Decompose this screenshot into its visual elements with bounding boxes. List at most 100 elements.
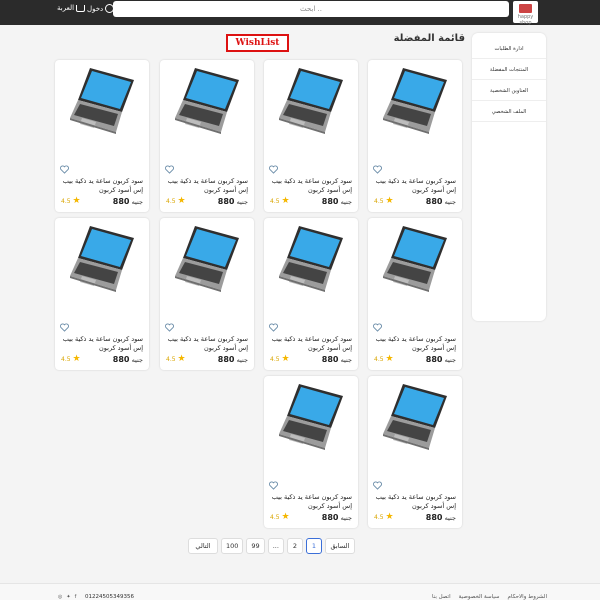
pagination-page[interactable]: 100 — [221, 538, 244, 554]
product-name[interactable]: سود كربون ساعة يد ذكية بيب إس أسود كربون — [374, 335, 456, 352]
product-price: 880 جنيه — [426, 197, 456, 206]
product-card[interactable]: سود كربون ساعة يد ذكية بيب إس أسود كربون… — [264, 60, 358, 212]
product-image[interactable] — [64, 224, 140, 294]
product-name[interactable]: سود كربون ساعة يد ذكية بيب إس أسود كربون — [166, 177, 248, 194]
footer-link-contact[interactable]: اتصل بنا — [432, 594, 451, 600]
product-rating: 4.5 ★ — [374, 513, 394, 522]
star-icon: ★ — [281, 196, 290, 206]
star-icon: ★ — [385, 512, 394, 522]
page-title: قائمة المفضلة — [393, 33, 465, 44]
heart-icon[interactable] — [60, 159, 69, 174]
price-value: 880 — [425, 197, 443, 206]
site-logo[interactable]: happy shop — [513, 1, 538, 26]
product-name[interactable]: سود كربون ساعة يد ذكية بيب إس أسود كربون — [166, 335, 248, 352]
price-currency: جنيه — [340, 356, 352, 364]
product-card[interactable]: سود كربون ساعة يد ذكية بيب إس أسود كربون… — [368, 218, 462, 370]
product-rating: 4.5 ★ — [166, 197, 186, 206]
pagination-page-current[interactable]: 1 — [305, 538, 322, 554]
product-card[interactable]: سود كربون ساعة يد ذكية بيب إس أسود كربون… — [160, 60, 254, 212]
product-card[interactable]: سود كربون ساعة يد ذكية بيب إس أسود كربون… — [264, 218, 358, 370]
account-sidebar: ادارة الطلبات المنتجات المفضلة العناوين … — [472, 33, 546, 321]
footer: ◎ ✦ f 01224505349356 الشروط والاحكام سيا… — [0, 583, 600, 600]
heart-icon[interactable] — [373, 317, 382, 332]
social-links: ◎ ✦ f — [58, 594, 76, 600]
heart-icon[interactable] — [165, 317, 174, 332]
price-value: 880 — [321, 513, 339, 522]
twitter-icon[interactable]: ✦ — [66, 594, 70, 600]
product-name[interactable]: سود كربون ساعة يد ذكية بيب إس أسود كربون — [61, 335, 143, 352]
price-value: 880 — [425, 355, 443, 364]
cart-button[interactable]: العربة — [57, 4, 86, 12]
facebook-icon[interactable]: f — [75, 594, 77, 600]
heart-icon[interactable] — [165, 159, 174, 174]
product-card[interactable]: سود كربون ساعة يد ذكية بيب إس أسود كربون… — [55, 60, 149, 212]
product-card[interactable]: سود كربون ساعة يد ذكية بيب إس أسود كربون… — [160, 218, 254, 370]
pagination-page[interactable]: 2 — [286, 538, 303, 554]
heart-icon[interactable] — [60, 317, 69, 332]
product-name[interactable]: سود كربون ساعة يد ذكية بيب إس أسود كربون — [374, 493, 456, 510]
heart-icon[interactable] — [373, 159, 382, 174]
rating-value: 4.5 — [61, 356, 71, 363]
instagram-icon[interactable]: ◎ — [58, 594, 62, 600]
pagination-prev[interactable]: السابق — [324, 538, 355, 554]
product-name[interactable]: سود كربون ساعة يد ذكية بيب إس أسود كربون — [270, 493, 352, 510]
product-image[interactable] — [377, 224, 453, 294]
heart-icon[interactable] — [373, 475, 382, 490]
product-rating: 4.5 ★ — [270, 513, 290, 522]
heart-icon[interactable] — [269, 159, 278, 174]
heart-icon[interactable] — [269, 475, 278, 490]
product-card[interactable]: سود كربون ساعة يد ذكية بيب إس أسود كربون… — [368, 60, 462, 212]
product-name[interactable]: سود كربون ساعة يد ذكية بيب إس أسود كربون — [270, 335, 352, 352]
product-name[interactable]: سود كربون ساعة يد ذكية بيب إس أسود كربون — [270, 177, 352, 194]
price-value: 880 — [112, 197, 130, 206]
sidebar-item-addresses[interactable]: العناوين الشخصية — [472, 81, 546, 101]
pagination-page[interactable]: 99 — [246, 538, 265, 554]
star-icon: ★ — [177, 354, 186, 364]
product-price: 880 جنيه — [218, 197, 248, 206]
footer-link-privacy[interactable]: سياسة الخصوصية — [459, 594, 500, 600]
sidebar-item-favorites[interactable]: المنتجات المفضلة — [472, 60, 546, 80]
product-image[interactable] — [273, 224, 349, 294]
rating-value: 4.5 — [270, 514, 280, 521]
product-card[interactable]: سود كربون ساعة يد ذكية بيب إس أسود كربون… — [368, 376, 462, 528]
product-card[interactable]: سود كربون ساعة يد ذكية بيب إس أسود كربون… — [264, 376, 358, 528]
product-price: 880 جنيه — [322, 513, 352, 522]
logo-bag-icon — [519, 4, 532, 13]
pagination: التالي 100 99 ... 2 1 السابق — [188, 538, 355, 556]
product-rating: 4.5 ★ — [61, 355, 81, 364]
product-price: 880 جنيه — [426, 513, 456, 522]
price-currency: جنيه — [236, 198, 248, 206]
search-input[interactable]: ابحث .. — [113, 1, 509, 17]
star-icon: ★ — [281, 354, 290, 364]
price-currency: جنيه — [444, 198, 456, 206]
footer-links: الشروط والاحكام سياسة الخصوصية اتصل بنا — [432, 594, 547, 600]
price-value: 880 — [321, 197, 339, 206]
heart-icon[interactable] — [269, 317, 278, 332]
product-image[interactable] — [169, 224, 245, 294]
product-image[interactable] — [377, 66, 453, 136]
footer-link-terms[interactable]: الشروط والاحكام — [508, 594, 547, 600]
sidebar-item-orders[interactable]: ادارة الطلبات — [472, 39, 546, 59]
footer-phone: 01224505349356 — [85, 594, 134, 600]
price-currency: جنيه — [340, 514, 352, 522]
product-name[interactable]: سود كربون ساعة يد ذكية بيب إس أسود كربون — [61, 177, 143, 194]
product-image[interactable] — [377, 382, 453, 452]
price-currency: جنيه — [236, 356, 248, 364]
product-rating: 4.5 ★ — [166, 355, 186, 364]
rating-value: 4.5 — [270, 198, 280, 205]
rating-value: 4.5 — [374, 514, 384, 521]
rating-value: 4.5 — [166, 198, 176, 205]
product-image[interactable] — [273, 382, 349, 452]
pagination-next[interactable]: التالي — [188, 538, 218, 554]
sidebar-item-profile[interactable]: الملف الشخصي — [472, 102, 546, 122]
product-image[interactable] — [273, 66, 349, 136]
product-card[interactable]: سود كربون ساعة يد ذكية بيب إس أسود كربون… — [55, 218, 149, 370]
rating-value: 4.5 — [270, 356, 280, 363]
login-button[interactable]: دخول — [87, 4, 115, 13]
product-name[interactable]: سود كربون ساعة يد ذكية بيب إس أسود كربون — [374, 177, 456, 194]
product-price: 880 جنيه — [322, 197, 352, 206]
product-price: 880 جنيه — [113, 355, 143, 364]
product-image[interactable] — [64, 66, 140, 136]
product-image[interactable] — [169, 66, 245, 136]
rating-value: 4.5 — [166, 356, 176, 363]
